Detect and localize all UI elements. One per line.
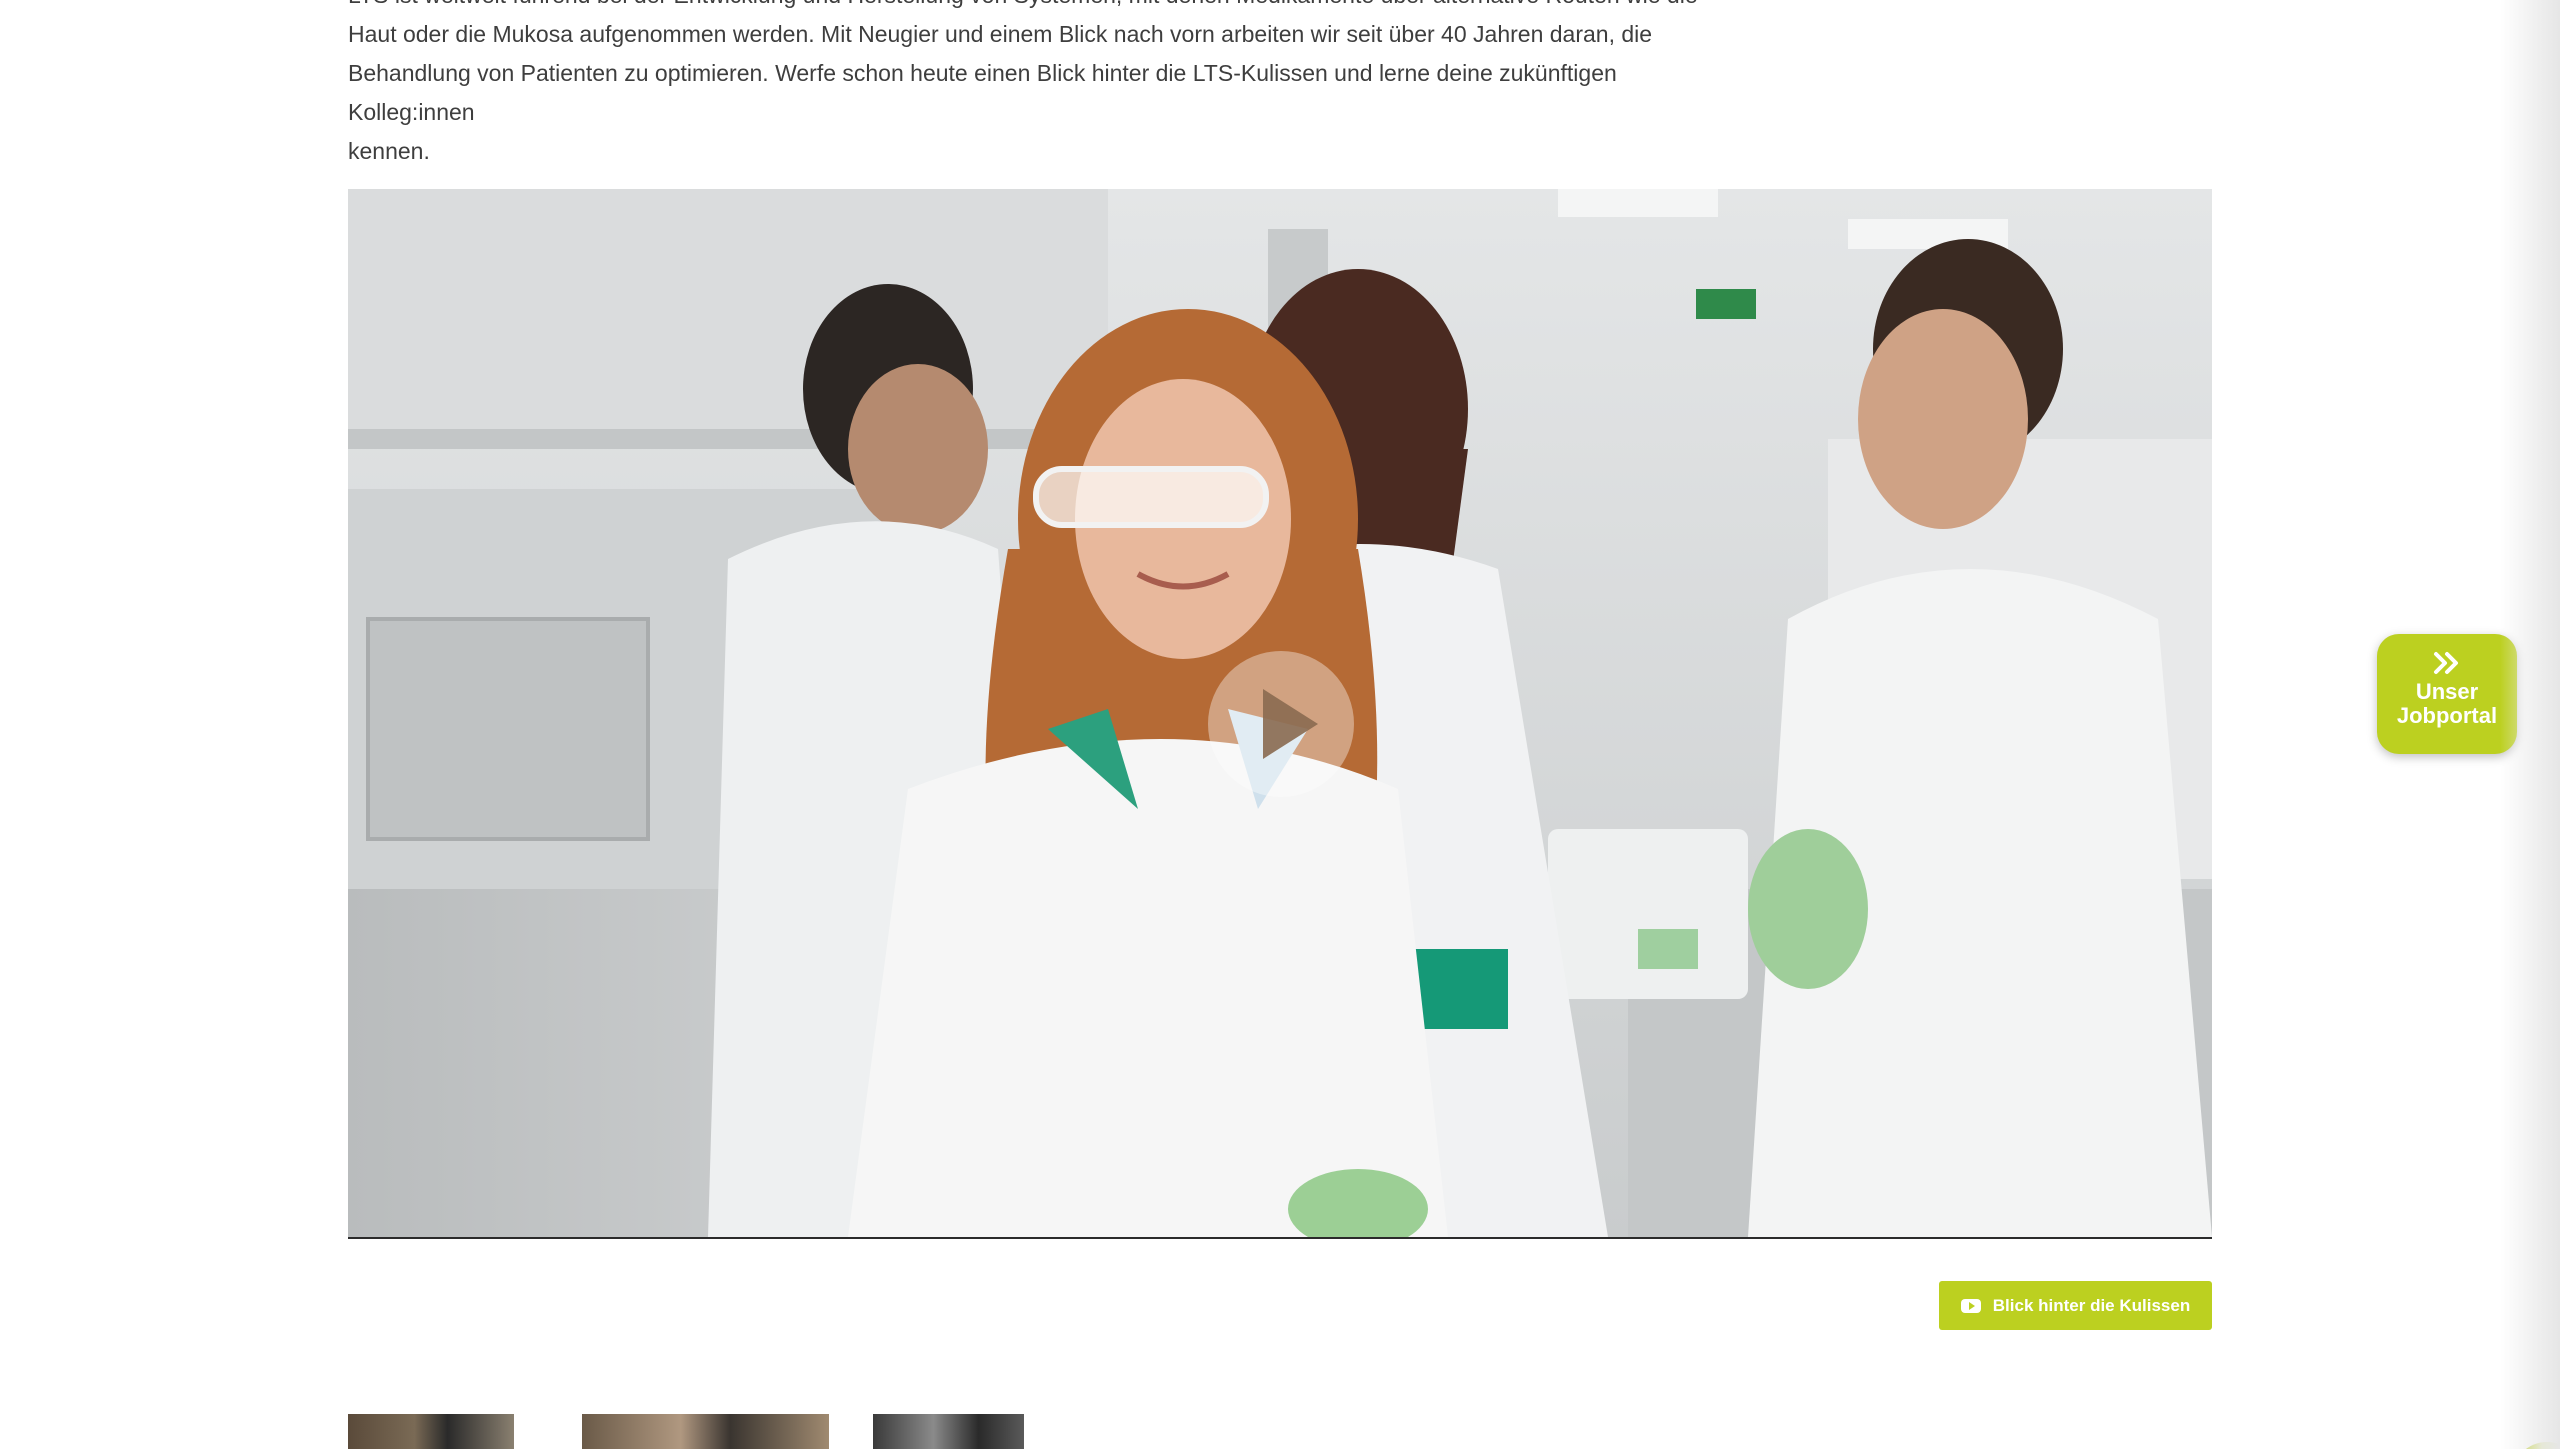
behind-the-scenes-button[interactable]: Blick hinter die Kulissen <box>1939 1281 2212 1330</box>
youtube-icon <box>1960 1298 1981 1313</box>
scrollbar-shadow <box>2500 0 2560 1449</box>
jobportal-button[interactable]: Unser Jobportal <box>2377 634 2517 754</box>
intro-line-3: Behandlung von Patienten zu optimieren. … <box>348 60 1617 125</box>
thumbnail-image <box>348 1414 514 1449</box>
jobportal-label-1: Unser <box>2415 679 2479 704</box>
intro-line-4: kennen. <box>348 138 430 164</box>
page: LTS ist weltweit führend bei der Entwick… <box>0 0 2560 1449</box>
thumbnail-image <box>873 1414 1024 1449</box>
play-icon <box>1263 689 1318 759</box>
intro-line-1: LTS ist weltweit führend bei der Entwick… <box>348 0 1698 8</box>
jobportal-label-2: Jobportal <box>2396 703 2498 728</box>
video-player[interactable] <box>348 189 2212 1239</box>
play-button[interactable] <box>1208 651 1354 797</box>
behind-the-scenes-label: Blick hinter die Kulissen <box>1992 1295 2191 1315</box>
thumbnail-image <box>582 1414 829 1449</box>
image-strip <box>0 1414 2560 1449</box>
intro-line-2: Haut oder die Mukosa aufgenommen werden.… <box>348 21 1653 47</box>
intro-paragraph: LTS ist weltweit führend bei der Entwick… <box>348 0 1748 171</box>
double-chevron-right-icon <box>2434 652 2458 674</box>
